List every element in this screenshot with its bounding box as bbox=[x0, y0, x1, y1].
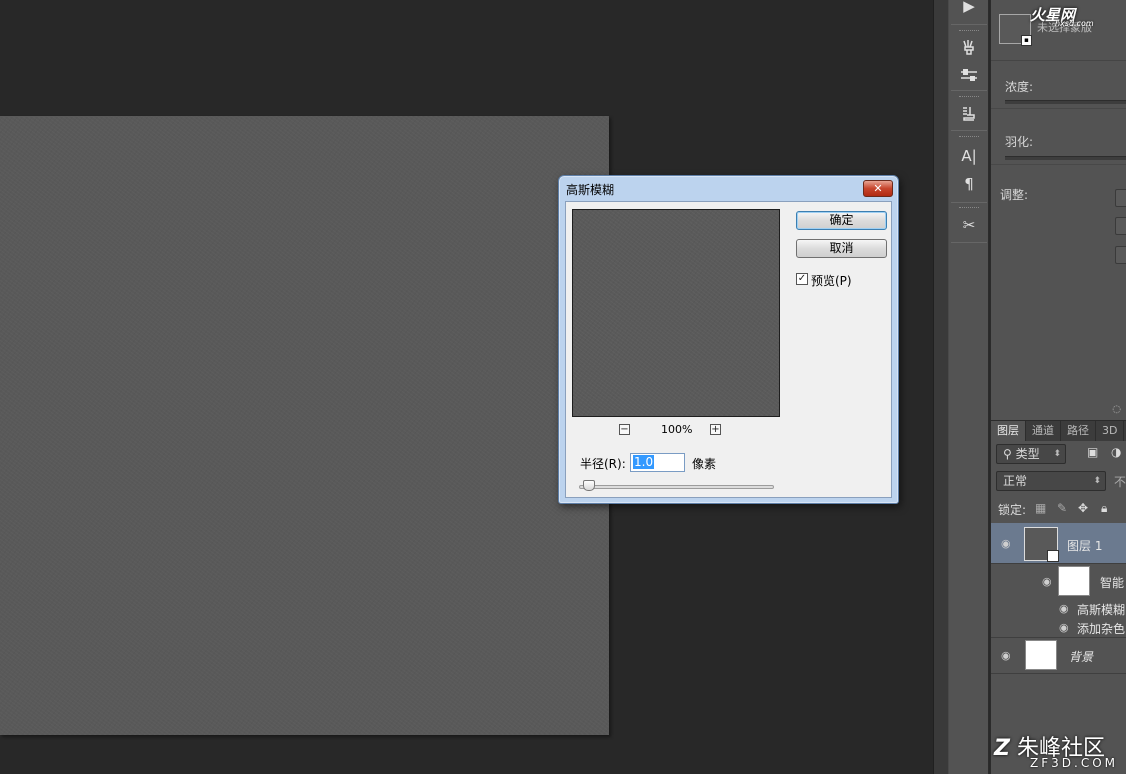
lock-label: 锁定: bbox=[998, 503, 1027, 517]
radius-value: 1.0 bbox=[633, 455, 655, 469]
layer-thumbnail bbox=[1024, 527, 1059, 562]
properties-divider bbox=[991, 164, 1126, 165]
layer-name: 智能 bbox=[1100, 576, 1125, 590]
character-icon[interactable]: A| bbox=[957, 144, 981, 168]
density-label: 浓度: bbox=[1005, 80, 1034, 94]
eye-icon[interactable]: ◉ bbox=[1001, 537, 1011, 550]
radius-slider-thumb[interactable] bbox=[583, 480, 595, 491]
dialog-title: 高斯模糊 bbox=[566, 183, 615, 197]
preview-checkbox-label: 预览(P) bbox=[811, 274, 852, 288]
filter-name: 添加杂色 bbox=[1077, 622, 1126, 636]
filter-name: 高斯模糊 bbox=[1077, 603, 1126, 617]
zoom-in-button[interactable]: + bbox=[710, 424, 721, 435]
lock-all-icon[interactable]: 🔒︎ bbox=[1101, 501, 1107, 516]
lock-transparency-icon[interactable]: ▦ bbox=[1035, 501, 1046, 515]
filter-row[interactable]: ◉ 添加杂色 bbox=[991, 619, 1126, 638]
adjustment-filter-icon[interactable]: ◑ bbox=[1111, 445, 1121, 459]
tab-layers[interactable]: 图层 bbox=[991, 421, 1026, 441]
right-panel-dock: ▪ 未选择蒙版 浓度: 羽化: 调整: ◌ 图层 通道 路径 3D ⚲ 类型 ⬍… bbox=[990, 0, 1126, 774]
panel-divider[interactable] bbox=[933, 0, 949, 774]
strip-grip[interactable] bbox=[959, 96, 979, 99]
smart-object-badge-icon bbox=[1047, 550, 1059, 562]
preview-checkbox[interactable]: ✓ bbox=[796, 273, 808, 285]
strip-grip[interactable] bbox=[959, 30, 979, 33]
watermark-url-bottom: ZF3D.COM bbox=[1030, 756, 1118, 770]
ok-button[interactable]: 确定 bbox=[796, 211, 887, 230]
smart-object-badge-icon: ▪ bbox=[1021, 35, 1032, 46]
tab-paths[interactable]: 路径 bbox=[1061, 421, 1096, 441]
layer-row[interactable]: ◉ 图层 1 bbox=[991, 523, 1126, 564]
strip-separator bbox=[951, 202, 987, 203]
layer-row[interactable]: ◉ 背景 bbox=[991, 638, 1126, 674]
properties-panel: ▪ 未选择蒙版 浓度: 羽化: 调整: ◌ bbox=[991, 0, 1126, 420]
search-icon: ⚲ bbox=[1003, 447, 1012, 461]
color-range-button[interactable] bbox=[1115, 217, 1126, 235]
filter-kind-value: 类型 bbox=[1015, 447, 1040, 461]
mask-thumbnail[interactable]: ▪ bbox=[999, 14, 1032, 46]
properties-divider bbox=[991, 60, 1126, 61]
layer-thumbnail bbox=[1025, 640, 1057, 670]
eye-icon[interactable]: ◉ bbox=[1059, 602, 1069, 615]
invert-button[interactable] bbox=[1115, 246, 1126, 264]
radius-input[interactable]: 1.0 bbox=[630, 453, 685, 472]
blend-mode-select[interactable]: 正常 ⬍ bbox=[996, 471, 1106, 491]
strip-separator bbox=[951, 242, 987, 243]
feather-label: 羽化: bbox=[1005, 135, 1034, 149]
document-canvas[interactable] bbox=[0, 116, 609, 735]
radius-unit: 像素 bbox=[692, 457, 717, 471]
chevron-updown-icon: ⬍ bbox=[1093, 476, 1101, 486]
feather-slider[interactable] bbox=[1005, 156, 1126, 160]
strip-separator bbox=[951, 24, 987, 25]
close-button[interactable]: ✕ bbox=[863, 180, 893, 197]
adjust-label: 调整: bbox=[1000, 188, 1029, 202]
strip-grip[interactable] bbox=[959, 136, 979, 139]
blend-mode-value: 正常 bbox=[1003, 474, 1028, 488]
cancel-button[interactable]: 取消 bbox=[796, 239, 887, 258]
eye-icon[interactable]: ◉ bbox=[1001, 649, 1011, 662]
lock-position-icon[interactable]: ✥ bbox=[1078, 501, 1088, 515]
play-icon[interactable]: ▶ bbox=[957, 0, 981, 18]
brush-presets-icon[interactable] bbox=[957, 35, 981, 59]
layer-name: 背景 bbox=[1069, 650, 1094, 664]
clone-source-icon[interactable] bbox=[957, 101, 981, 125]
chevron-updown-icon: ⬍ bbox=[1053, 449, 1061, 459]
density-slider[interactable] bbox=[1005, 100, 1126, 104]
strip-separator bbox=[951, 130, 987, 131]
tool-presets-icon[interactable] bbox=[957, 63, 981, 87]
zoom-out-button[interactable]: − bbox=[619, 424, 630, 435]
watermark-url-top: hxsd.com bbox=[1055, 19, 1094, 28]
strip-separator bbox=[951, 90, 987, 91]
gaussian-blur-dialog: 高斯模糊 ✕ − 100% + 确定 取消 ✓ 预览(P) 半径(R): 1.0… bbox=[558, 175, 899, 504]
properties-divider bbox=[991, 108, 1126, 109]
radius-label: 半径(R): bbox=[580, 457, 626, 471]
paragraph-icon[interactable]: ¶ bbox=[957, 172, 981, 196]
eye-icon[interactable]: ◉ bbox=[1042, 575, 1052, 588]
tools-icon[interactable]: ✂ bbox=[957, 213, 981, 237]
layers-tabbar: 图层 通道 路径 3D bbox=[991, 421, 1126, 441]
eye-icon[interactable]: ◉ bbox=[1059, 621, 1069, 634]
dialog-body: − 100% + 确定 取消 ✓ 预览(P) 半径(R): 1.0 像素 bbox=[565, 201, 892, 498]
tab-channels[interactable]: 通道 bbox=[1026, 421, 1061, 441]
filter-row[interactable]: ◉ 高斯模糊 bbox=[991, 600, 1126, 619]
dialog-titlebar[interactable]: 高斯模糊 ✕ bbox=[559, 176, 898, 200]
panel-icon-strip: ▶ A| ¶ ✂ bbox=[949, 0, 989, 774]
zoom-level: 100% bbox=[661, 423, 693, 436]
lock-pixels-icon[interactable]: ✎ bbox=[1057, 501, 1067, 515]
tab-3d[interactable]: 3D bbox=[1096, 421, 1125, 441]
strip-grip[interactable] bbox=[959, 207, 979, 210]
smart-filter-mask-thumbnail bbox=[1058, 566, 1090, 596]
layer-row[interactable]: ◉ 智能 bbox=[991, 564, 1126, 600]
opacity-label: 不 bbox=[1114, 475, 1126, 489]
radius-slider-track[interactable] bbox=[579, 485, 774, 489]
mask-edge-button[interactable] bbox=[1115, 189, 1126, 207]
layer-name: 图层 1 bbox=[1067, 539, 1103, 553]
image-filter-icon[interactable]: ▣ bbox=[1087, 445, 1098, 459]
filter-preview[interactable] bbox=[572, 209, 780, 417]
selection-icon[interactable]: ◌ bbox=[1112, 404, 1121, 415]
filter-kind-select[interactable]: ⚲ 类型 ⬍ bbox=[996, 444, 1066, 464]
layers-panel: 图层 通道 路径 3D ⚲ 类型 ⬍ ▣ ◑ 正常 ⬍ 不 锁定: ▦ ✎ ✥ … bbox=[991, 420, 1126, 774]
